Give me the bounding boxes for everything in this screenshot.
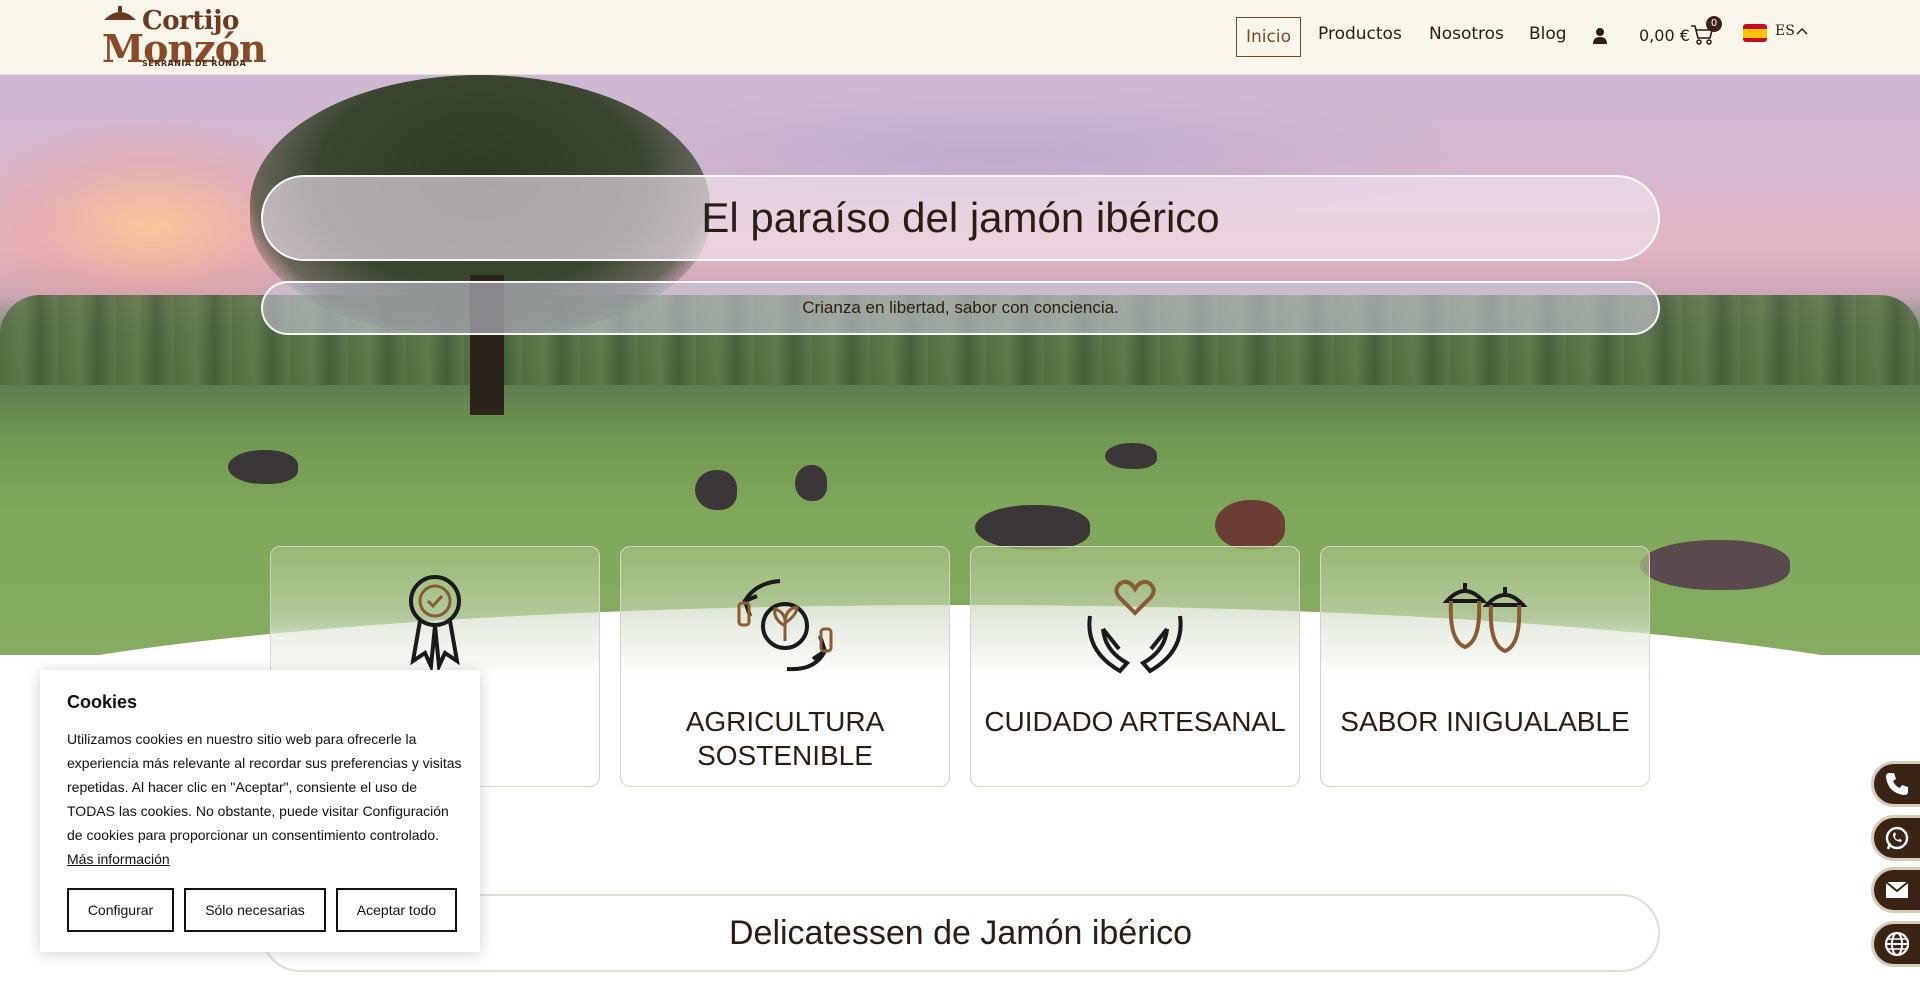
- hero-subtitle-pill: Crianza en libertad, sabor con concienci…: [261, 281, 1660, 335]
- cart-count-badge: 0: [1706, 16, 1722, 32]
- feature-title: AGRICULTURA SOSTENIBLE: [685, 706, 885, 771]
- section-title: Delicatessen de Jamón ibérico: [728, 913, 1193, 952]
- hero-title: El paraíso del jamón ibérico: [701, 194, 1220, 241]
- feature-title: CUIDADO ARTESANAL: [984, 706, 1286, 737]
- whatsapp-button[interactable]: [1871, 815, 1920, 861]
- pig: [1215, 500, 1285, 550]
- cookie-text: Utilizamos cookies en nuestro sitio web …: [67, 731, 462, 867]
- pig: [795, 465, 827, 501]
- site-header: Cortijo Monzón SERRANÍA DE RONDA Inicio …: [0, 0, 1920, 75]
- hands-plant-icon: [737, 579, 833, 672]
- configure-button[interactable]: Configurar: [67, 888, 174, 932]
- logo-tagline: SERRANÍA DE RONDA: [142, 59, 247, 68]
- pig: [975, 505, 1090, 550]
- phone-icon: [1886, 773, 1908, 795]
- user-account-icon[interactable]: [1592, 27, 1608, 45]
- cart-total[interactable]: 0,00 €: [1639, 26, 1690, 45]
- pig: [1640, 540, 1790, 590]
- hero-subtitle: Crianza en libertad, sabor con concienci…: [802, 298, 1119, 317]
- necessary-only-button[interactable]: Sólo necesarias: [184, 888, 326, 932]
- feature-title: SABOR INIGUALABLE: [1340, 706, 1630, 737]
- cookie-title: Cookies: [67, 692, 138, 712]
- globe-icon: [1884, 931, 1910, 957]
- feature-card-flavor: SABOR INIGUALABLE: [1320, 546, 1650, 787]
- nav-blog[interactable]: Blog: [1529, 15, 1567, 55]
- feature-card-sustainable: AGRICULTURA SOSTENIBLE: [620, 546, 950, 787]
- phone-button[interactable]: [1871, 761, 1920, 807]
- award-ribbon-icon: [409, 575, 461, 674]
- nav-inicio[interactable]: Inicio: [1236, 17, 1301, 57]
- web-button[interactable]: [1871, 921, 1920, 967]
- cookie-banner: Cookies Utilizamos cookies en nuestro si…: [40, 670, 480, 952]
- pig: [228, 450, 298, 484]
- cookie-actions: Configurar Sólo necesarias Aceptar todo: [67, 888, 457, 932]
- whatsapp-icon: [1885, 826, 1909, 850]
- nav-nosotros[interactable]: Nosotros: [1429, 15, 1504, 55]
- accept-all-button[interactable]: Aceptar todo: [336, 888, 457, 932]
- chevron-up-icon[interactable]: [1796, 27, 1808, 35]
- email-button[interactable]: [1871, 867, 1920, 913]
- spain-flag-icon[interactable]: [1743, 24, 1767, 42]
- language-selector[interactable]: ES: [1775, 23, 1795, 39]
- more-info-link[interactable]: Más información: [67, 851, 170, 867]
- logo[interactable]: Cortijo Monzón SERRANÍA DE RONDA: [100, 4, 267, 71]
- hands-heart-icon: [1087, 579, 1183, 674]
- pig: [1105, 443, 1157, 469]
- nav-productos[interactable]: Productos: [1318, 15, 1402, 55]
- hero-title-pill: El paraíso del jamón ibérico: [261, 175, 1660, 261]
- acorns-icon: [1442, 583, 1528, 654]
- feature-card-artisan: CUIDADO ARTESANAL: [970, 546, 1300, 787]
- mail-icon: [1885, 881, 1909, 898]
- pig: [695, 470, 737, 510]
